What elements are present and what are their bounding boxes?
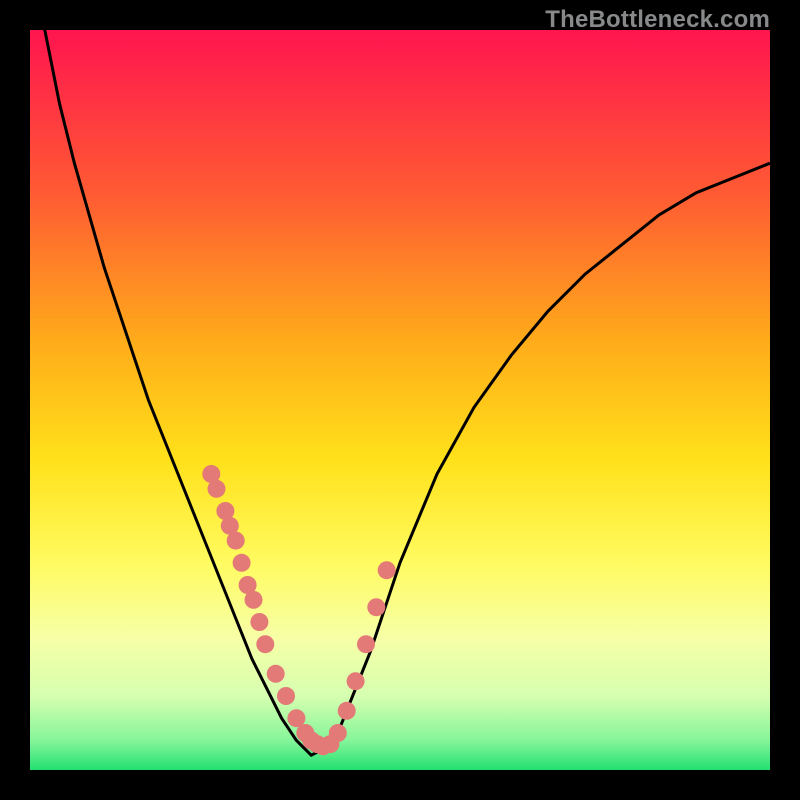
dot <box>347 672 365 690</box>
dot <box>208 480 226 498</box>
chart-frame: TheBottleneck.com <box>0 0 800 800</box>
dot <box>227 532 245 550</box>
dot <box>378 561 396 579</box>
dot <box>250 613 268 631</box>
gradient-background <box>30 30 770 770</box>
plot-area <box>30 30 770 770</box>
dot <box>233 554 251 572</box>
dot <box>277 687 295 705</box>
dot <box>256 635 274 653</box>
dot <box>338 702 356 720</box>
dot <box>267 665 285 683</box>
chart-svg <box>30 30 770 770</box>
dot <box>329 724 347 742</box>
dot <box>357 635 375 653</box>
dot <box>245 591 263 609</box>
dot <box>367 598 385 616</box>
